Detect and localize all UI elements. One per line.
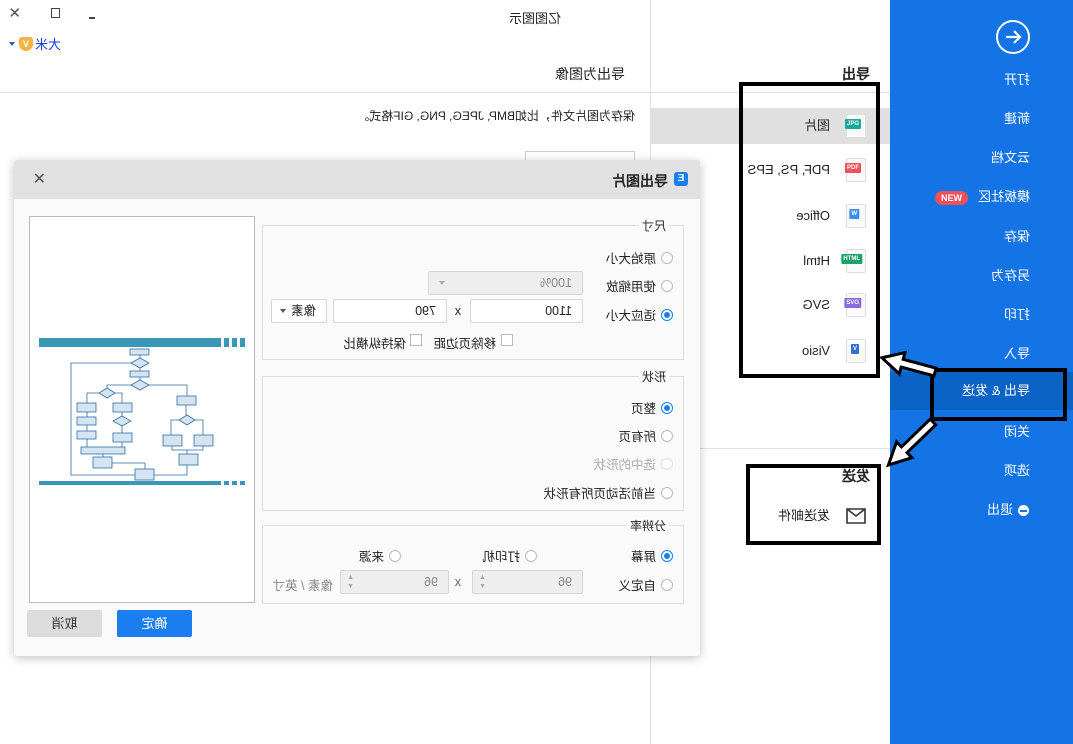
width-input[interactable]: 1100 [470, 299, 583, 323]
flowchart-thumbnail [39, 338, 245, 485]
keep-ratio-checkbox[interactable] [410, 334, 422, 346]
radio-whole-page[interactable]: 整页 [631, 398, 673, 417]
value: 像素 [290, 304, 316, 318]
annotation-arrows [878, 350, 938, 468]
label: 来源 [358, 550, 384, 564]
radio-original-size[interactable]: 原始大小 [606, 248, 673, 267]
dpi-unit-label: 像素 / 英寸 [272, 579, 333, 593]
divider [0, 92, 650, 93]
app-window: 打开 新建 云文档 模板社区NEW 保存 另存为 打印 导入 导出 & 发送 关… [0, 0, 1073, 744]
dialog-header: E 导出图片 ✕ [14, 160, 700, 199]
remove-margin-label: 移除页边距 [433, 337, 496, 351]
radio-custom[interactable]: 自定义 [618, 575, 673, 594]
shape-group: 形状 整页 所有页 选中的形状 当前活动页所有形状 [262, 368, 684, 511]
content-title: 导出为图像 [555, 66, 625, 82]
label: 打印机 [482, 550, 520, 564]
times-label: x [454, 575, 461, 589]
remove-margin-checkbox[interactable] [501, 334, 513, 346]
radio-use-zoom[interactable]: 使用缩放 [606, 276, 673, 295]
minimize-button[interactable] [86, 7, 96, 19]
chevron-down-icon [439, 281, 445, 285]
dpi-x-input[interactable]: 96 ▲ ▼ [472, 570, 583, 594]
times-label: x [454, 304, 461, 318]
ok-button[interactable]: 确定 [117, 610, 192, 637]
chevron-down-icon [280, 309, 286, 313]
radio-printer[interactable]: 打印机 [482, 546, 537, 565]
keep-ratio-label: 保持纵横比 [343, 337, 406, 351]
radio-active-page-shapes[interactable]: 当前活动页所有形状 [543, 483, 673, 502]
label: 所有页 [618, 430, 656, 444]
resolution-group: 分辨率 屏幕 打印机 来源 自定义 96 ▲ ▼ x 96 ▲ ▼ 像素 / 英寸 [262, 517, 684, 604]
unit-select[interactable]: 像素 [271, 299, 327, 323]
close-window-button[interactable]: ✕ [8, 4, 21, 22]
spinner-icon: ▲ ▼ [479, 574, 486, 590]
size-legend: 尺寸 [638, 217, 669, 234]
radio-all-pages[interactable]: 所有页 [618, 426, 673, 445]
close-dialog-button[interactable]: ✕ [33, 169, 46, 189]
spinner-icon: ▲ ▼ [347, 574, 354, 590]
vip-crown-icon: V [18, 36, 33, 51]
value: 100% [540, 276, 572, 290]
label: 原始大小 [605, 252, 656, 266]
radio-source[interactable]: 来源 [359, 546, 401, 565]
app-logo-icon: E [674, 172, 688, 186]
content-description: 保存为图片文件，比如BMP, JPEG, PNG, GIF格式。 [357, 109, 635, 123]
arrow-icon [885, 417, 938, 468]
chevron-down-icon [8, 41, 15, 46]
value: 96 [558, 575, 572, 589]
value: 96 [424, 575, 438, 589]
radio-selected-shapes[interactable]: 选中的形状 [593, 454, 673, 473]
size-group: 尺寸 原始大小 使用缩放 100% 适应大小 1100 x 790 像素 移除页… [262, 217, 684, 360]
dpi-y-input[interactable]: 96 ▲ ▼ [340, 570, 449, 594]
label: 适应大小 [605, 309, 656, 323]
height-input[interactable]: 790 [333, 299, 447, 323]
export-image-dialog: E 导出图片 ✕ 尺寸 原始大小 使用缩放 100% 适应大小 1100 x 7… [14, 160, 700, 656]
resolution-legend: 分辨率 [626, 517, 669, 534]
label: 使用缩放 [605, 280, 656, 294]
preview-pane [29, 216, 255, 603]
label: 选中的形状 [593, 458, 656, 472]
arrow-icon [878, 350, 938, 378]
user-menu[interactable]: 大米 V [8, 34, 61, 53]
label: 屏幕 [630, 550, 656, 564]
zoom-select[interactable]: 100% [428, 271, 583, 295]
maximize-button[interactable] [51, 8, 60, 18]
radio-screen[interactable]: 屏幕 [631, 546, 673, 565]
cancel-button[interactable]: 取消 [27, 610, 102, 637]
label: 当前活动页所有形状 [543, 487, 656, 501]
label: 自定义 [618, 579, 656, 593]
label: 整页 [630, 402, 656, 416]
user-name: 大米 [34, 37, 61, 52]
window-title: 亿图图示 [508, 11, 561, 26]
dialog-title: 导出图片 [612, 173, 668, 189]
radio-fit-size[interactable]: 适应大小 [606, 305, 673, 324]
shape-legend: 形状 [638, 368, 669, 385]
